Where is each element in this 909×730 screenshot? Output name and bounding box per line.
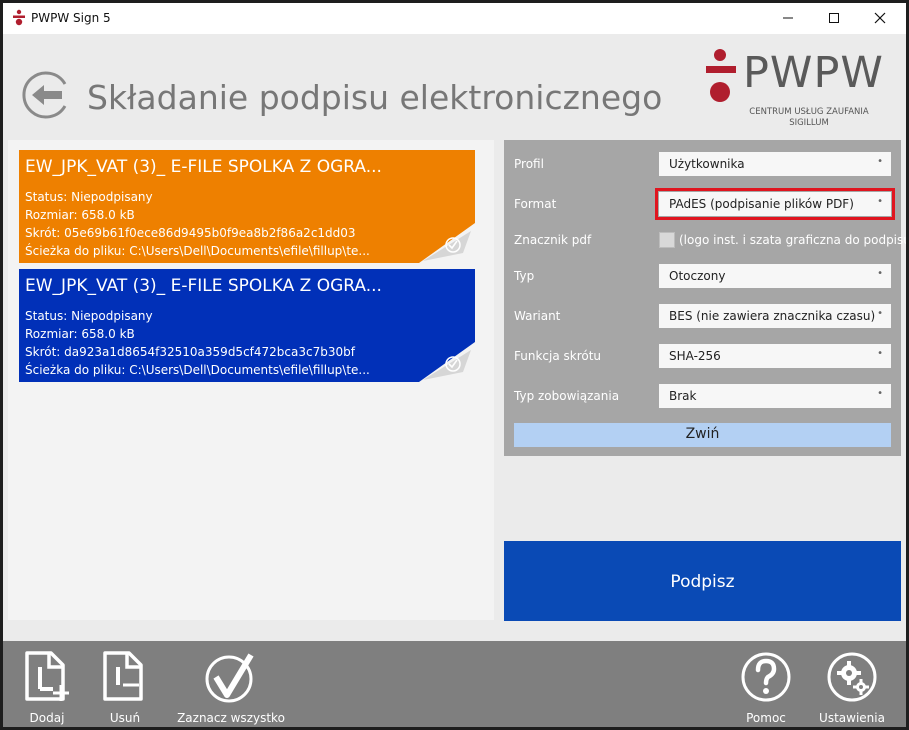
logo-subtitle-2: SIGILLUM bbox=[789, 118, 829, 128]
profile-value: Użytkownika bbox=[669, 157, 745, 171]
hash-function-label: Funkcja skrótu bbox=[514, 349, 602, 363]
settings-button[interactable]: Ustawienia bbox=[814, 649, 890, 725]
file-status: Status: Niepodpisany bbox=[25, 309, 153, 323]
page-corner-check-icon[interactable] bbox=[419, 342, 475, 382]
maximize-button[interactable] bbox=[811, 3, 857, 34]
variant-value: BES (nie zawiera znacznika czasu) bbox=[669, 309, 876, 323]
back-arrow-icon[interactable] bbox=[22, 70, 72, 120]
help-label: Pomoc bbox=[746, 711, 786, 725]
add-document-icon bbox=[25, 651, 69, 701]
page-title: Składanie podpisu elektronicznego bbox=[87, 78, 663, 117]
add-file-button[interactable]: Dodaj bbox=[19, 649, 75, 725]
profile-label: Profil bbox=[514, 157, 544, 171]
file-path: Ścieżka do pliku: C:\Users\Dell\Document… bbox=[25, 244, 370, 258]
file-hash: Skrót: 05e69b61f0ece86d9495b0f9ea8b2f86a… bbox=[25, 226, 356, 240]
file-path: Ścieżka do pliku: C:\Users\Dell\Document… bbox=[25, 363, 370, 377]
pdf-marker-label: Znacznik pdf bbox=[514, 233, 592, 247]
checkmark-circle-icon bbox=[205, 653, 254, 703]
close-icon bbox=[874, 12, 886, 24]
pwpw-logo: PWPW CENTRUM USŁUG ZAUFANIA SIGILLUM bbox=[703, 48, 883, 132]
remove-document-icon bbox=[103, 651, 143, 701]
commitment-type-select[interactable]: Brak • bbox=[659, 384, 891, 408]
format-label: Format bbox=[514, 197, 557, 211]
maximize-icon bbox=[829, 13, 839, 23]
dropdown-marker-icon: • bbox=[877, 196, 883, 207]
file-card[interactable]: EW_JPK_VAT (3)_ E-FILE SPOLKA Z OGRA... … bbox=[19, 269, 475, 382]
dropdown-marker-icon: • bbox=[877, 348, 883, 359]
dropdown-marker-icon: • bbox=[877, 388, 883, 399]
variant-select[interactable]: BES (nie zawiera znacznika czasu) • bbox=[659, 304, 891, 328]
app-window: PWPW Sign 5 Składanie podpisu elektronic… bbox=[3, 3, 906, 727]
page-header: Składanie podpisu elektronicznego PWPW C… bbox=[3, 34, 906, 140]
close-button[interactable] bbox=[857, 3, 903, 34]
pdf-marker-checkbox[interactable] bbox=[659, 232, 675, 248]
pwpw-app-icon bbox=[13, 9, 25, 26]
variant-label: Wariant bbox=[514, 309, 561, 323]
file-size: Rozmiar: 658.0 kB bbox=[25, 208, 135, 222]
title-bar[interactable]: PWPW Sign 5 bbox=[3, 3, 906, 34]
remove-file-label: Usuń bbox=[109, 711, 141, 725]
sign-button[interactable]: Podpisz bbox=[504, 541, 901, 621]
settings-label: Ustawienia bbox=[819, 711, 885, 725]
commitment-type-label: Typ zobowiązania bbox=[514, 389, 620, 403]
help-button[interactable]: Pomoc bbox=[736, 649, 796, 725]
type-value: Otoczony bbox=[669, 269, 726, 283]
collapse-button[interactable]: Zwiń bbox=[514, 423, 891, 447]
dropdown-marker-icon: • bbox=[877, 156, 883, 167]
logo-subtitle: CENTRUM USŁUG ZAUFANIA bbox=[749, 107, 869, 117]
format-value: PAdES (podpisanie plików PDF) bbox=[669, 197, 854, 211]
add-file-label: Dodaj bbox=[29, 711, 65, 725]
pdf-marker-description: (logo inst. i szata graficzna do podpisu… bbox=[679, 233, 906, 247]
logo-wordmark: PWPW bbox=[743, 48, 884, 98]
signature-settings-panel: Profil Użytkownika • Format PAdES (podpi… bbox=[504, 140, 906, 456]
file-card[interactable]: EW_JPK_VAT (3)_ E-FILE SPOLKA Z OGRA... … bbox=[19, 150, 475, 263]
window-title: PWPW Sign 5 bbox=[31, 11, 111, 25]
select-all-button[interactable]: Zaznacz wszystko bbox=[175, 649, 287, 725]
page-corner-check-icon[interactable] bbox=[419, 223, 475, 263]
profile-select[interactable]: Użytkownika • bbox=[659, 152, 891, 176]
file-status: Status: Niepodpisany bbox=[25, 190, 153, 204]
file-size: Rozmiar: 658.0 kB bbox=[25, 327, 135, 341]
minimize-button[interactable] bbox=[765, 3, 811, 34]
commitment-type-value: Brak bbox=[669, 389, 697, 403]
file-list[interactable]: EW_JPK_VAT (3)_ E-FILE SPOLKA Z OGRA... … bbox=[8, 140, 494, 620]
hash-function-select[interactable]: SHA-256 • bbox=[659, 344, 891, 368]
file-name: EW_JPK_VAT (3)_ E-FILE SPOLKA Z OGRA... bbox=[25, 157, 382, 177]
hash-function-value: SHA-256 bbox=[669, 349, 721, 363]
pwpw-logo-mark-icon bbox=[706, 49, 736, 102]
dropdown-marker-icon: • bbox=[877, 268, 883, 279]
type-select[interactable]: Otoczony • bbox=[659, 264, 891, 288]
file-name: EW_JPK_VAT (3)_ E-FILE SPOLKA Z OGRA... bbox=[25, 276, 382, 296]
dropdown-marker-icon: • bbox=[877, 308, 883, 319]
bottom-toolbar: Dodaj Usuń Zaznacz wszystko Pomoc Ustawi… bbox=[3, 641, 906, 727]
select-all-label: Zaznacz wszystko bbox=[177, 711, 285, 725]
type-label: Typ bbox=[514, 269, 535, 283]
minimize-icon bbox=[783, 17, 793, 19]
gear-icon bbox=[827, 652, 877, 702]
help-question-icon bbox=[741, 652, 791, 702]
remove-file-button[interactable]: Usuń bbox=[97, 649, 153, 725]
format-select[interactable]: PAdES (podpisanie plików PDF) • bbox=[655, 188, 895, 220]
file-hash: Skrót: da923a1d8654f32510a359d5cf472bca3… bbox=[25, 345, 355, 359]
